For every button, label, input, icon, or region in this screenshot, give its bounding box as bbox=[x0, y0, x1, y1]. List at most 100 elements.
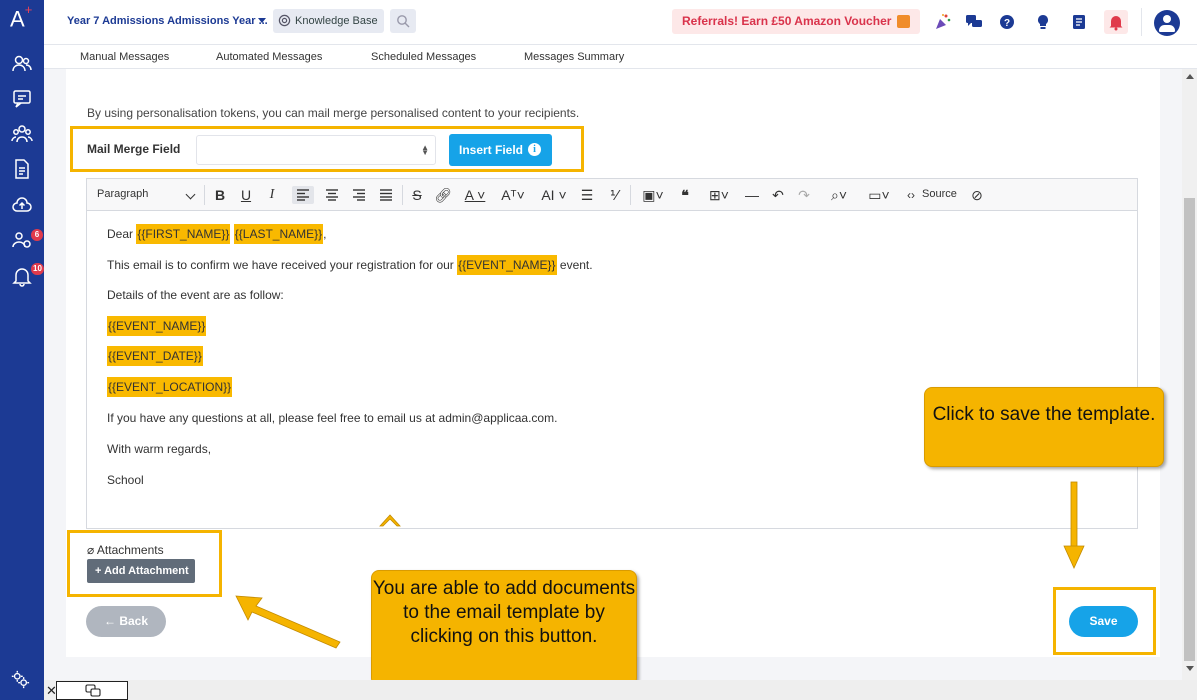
notifications-badge: 10 bbox=[31, 263, 44, 275]
source-button[interactable]: Source bbox=[922, 188, 957, 200]
scroll-down-icon[interactable] bbox=[1186, 666, 1194, 671]
questions-line: If you have any questions at all, please… bbox=[107, 411, 558, 425]
mail-merge-select[interactable]: ▲ ▼ bbox=[196, 135, 436, 165]
user-avatar[interactable] bbox=[1154, 10, 1180, 36]
attachment-callout: You are able to add documents to the ema… bbox=[371, 570, 637, 686]
event-date-line: {{EVENT_DATE}} bbox=[107, 345, 203, 367]
info-icon[interactable]: i bbox=[528, 143, 541, 156]
quote-icon[interactable]: ❝ bbox=[676, 186, 694, 204]
tab-automated-messages[interactable]: Automated Messages bbox=[216, 51, 322, 63]
bold-icon[interactable]: B bbox=[211, 186, 229, 204]
messages-icon[interactable] bbox=[11, 88, 33, 110]
campaign-selector[interactable]: Year 7 Admissions Admissions Year ... bbox=[67, 15, 268, 27]
confirmation-text: This email is to confirm we have receive… bbox=[107, 258, 454, 272]
source-code-icon[interactable]: ‹› bbox=[902, 186, 920, 204]
referral-banner[interactable]: Referrals! Earn £50 Amazon Voucher bbox=[672, 9, 920, 34]
font-color-icon[interactable]: A ˅ bbox=[460, 186, 490, 204]
font-size-icon[interactable]: Aᵀ˅ bbox=[498, 186, 528, 204]
save-button[interactable]: Save bbox=[1069, 606, 1138, 637]
align-right-icon[interactable] bbox=[349, 186, 369, 204]
bulleted-list-icon[interactable]: ☰ bbox=[577, 186, 597, 204]
diagonal-arrow-icon bbox=[235, 595, 341, 649]
align-justify-icon[interactable] bbox=[376, 186, 396, 204]
bell-icon[interactable] bbox=[11, 265, 33, 287]
scroll-thumb[interactable] bbox=[1184, 198, 1195, 661]
app-logo[interactable]: A+ bbox=[10, 2, 32, 32]
settings-icon[interactable] bbox=[10, 669, 30, 689]
search-icon bbox=[397, 15, 410, 28]
redo-icon[interactable]: ↷ bbox=[795, 186, 813, 204]
text-transform-icon[interactable]: AI ˅ bbox=[538, 186, 570, 204]
chat-widget[interactable] bbox=[56, 681, 128, 700]
back-button[interactable]: ← Back bbox=[86, 606, 166, 637]
vertical-scrollbar[interactable] bbox=[1182, 69, 1197, 680]
contacts-icon[interactable] bbox=[11, 53, 33, 75]
groups-icon[interactable] bbox=[11, 123, 33, 145]
save-callout: Click to save the template. bbox=[924, 387, 1164, 467]
notes-icon[interactable] bbox=[1069, 12, 1089, 32]
toolbar-divider bbox=[402, 185, 403, 205]
insert-field-button[interactable]: Insert Field i bbox=[449, 134, 552, 166]
unlink-icon[interactable]: ⊘ bbox=[968, 186, 986, 204]
strikethrough-icon[interactable]: S bbox=[408, 186, 426, 204]
gift-icon bbox=[897, 15, 910, 28]
undo-icon[interactable]: ↶ bbox=[769, 186, 787, 204]
toolbar-divider bbox=[630, 185, 631, 205]
horizontal-line-icon[interactable]: — bbox=[743, 186, 761, 204]
table-icon[interactable]: ⊞˅ bbox=[703, 186, 735, 204]
image-icon[interactable]: ▣˅ bbox=[637, 186, 669, 204]
find-replace-icon[interactable]: ⌕˅ bbox=[823, 186, 855, 204]
referral-label: Referrals! Earn £50 Amazon Voucher bbox=[682, 14, 892, 28]
attachments-label: ⌀ Attachments bbox=[87, 543, 164, 557]
details-line: Details of the event are as follow: bbox=[107, 288, 284, 302]
toolbar-divider bbox=[204, 185, 205, 205]
mail-merge-intro: By using personalisation tokens, you can… bbox=[87, 106, 580, 120]
lifebuoy-icon bbox=[278, 14, 291, 27]
alerts-button[interactable] bbox=[1104, 10, 1128, 34]
help-icon[interactable]: ? bbox=[997, 12, 1017, 32]
event-location-line: {{EVENT_LOCATION}} bbox=[107, 376, 233, 398]
confirmation-line: This email is to confirm we have receive… bbox=[107, 254, 593, 276]
search-button[interactable] bbox=[390, 9, 416, 33]
link-icon[interactable]: 🔗︎ bbox=[434, 186, 452, 204]
regards-line: With warm regards, bbox=[107, 442, 212, 456]
svg-text:?: ? bbox=[1004, 18, 1010, 29]
last-name-token: {{LAST_NAME}} bbox=[233, 224, 324, 244]
alert-bell-icon bbox=[1109, 16, 1123, 31]
tab-scheduled-messages[interactable]: Scheduled Messages bbox=[371, 51, 476, 63]
left-sidebar: A+ 6 10 bbox=[0, 0, 44, 700]
chevron-down-icon[interactable] bbox=[185, 189, 196, 200]
confirmation-suffix: event. bbox=[559, 258, 593, 272]
event-name-token: {{EVENT_NAME}} bbox=[457, 255, 557, 275]
underline-icon[interactable]: U bbox=[237, 186, 255, 204]
bottom-strip bbox=[44, 680, 1197, 700]
chat-icon[interactable] bbox=[964, 12, 984, 32]
applicants-icon[interactable] bbox=[11, 229, 33, 251]
editor-toolbar: Paragraph B U I S 🔗︎ A ˅ Aᵀ˅ AI ˅ ☰ ⅟ ▣˅… bbox=[87, 179, 1137, 211]
document-icon[interactable] bbox=[11, 158, 33, 180]
numbered-list-icon[interactable]: ⅟ bbox=[604, 186, 624, 204]
celebration-icon[interactable] bbox=[933, 12, 953, 32]
tab-messages-summary[interactable]: Messages Summary bbox=[524, 51, 624, 63]
mail-merge-label: Mail Merge Field bbox=[87, 142, 181, 156]
tab-manual-messages[interactable]: Manual Messages bbox=[80, 51, 169, 63]
italic-icon[interactable]: I bbox=[263, 186, 281, 204]
chevron-down-icon[interactable] bbox=[258, 18, 266, 23]
media-embed-icon[interactable]: ▭˅ bbox=[863, 186, 895, 204]
greeting-text: Dear bbox=[107, 227, 134, 241]
add-attachment-button[interactable]: + Add Attachment bbox=[87, 559, 195, 583]
cloud-upload-icon[interactable] bbox=[11, 194, 33, 216]
greeting-comma: , bbox=[323, 227, 327, 241]
align-left-icon[interactable] bbox=[292, 186, 314, 204]
scroll-up-icon[interactable] bbox=[1186, 74, 1194, 79]
top-bar: Year 7 Admissions Admissions Year ... Kn… bbox=[44, 0, 1197, 45]
event-date-token: {{EVENT_DATE}} bbox=[107, 346, 203, 366]
align-center-icon[interactable] bbox=[322, 186, 342, 204]
down-arrow-icon bbox=[1063, 481, 1085, 569]
lightbulb-icon[interactable] bbox=[1033, 12, 1053, 32]
signature-line: School bbox=[107, 473, 144, 487]
paragraph-style-dropdown[interactable]: Paragraph bbox=[97, 188, 148, 200]
attachments-text: Attachments bbox=[96, 543, 164, 557]
knowledge-base-label: Knowledge Base bbox=[295, 15, 378, 27]
knowledge-base-button[interactable]: Knowledge Base bbox=[273, 9, 384, 33]
